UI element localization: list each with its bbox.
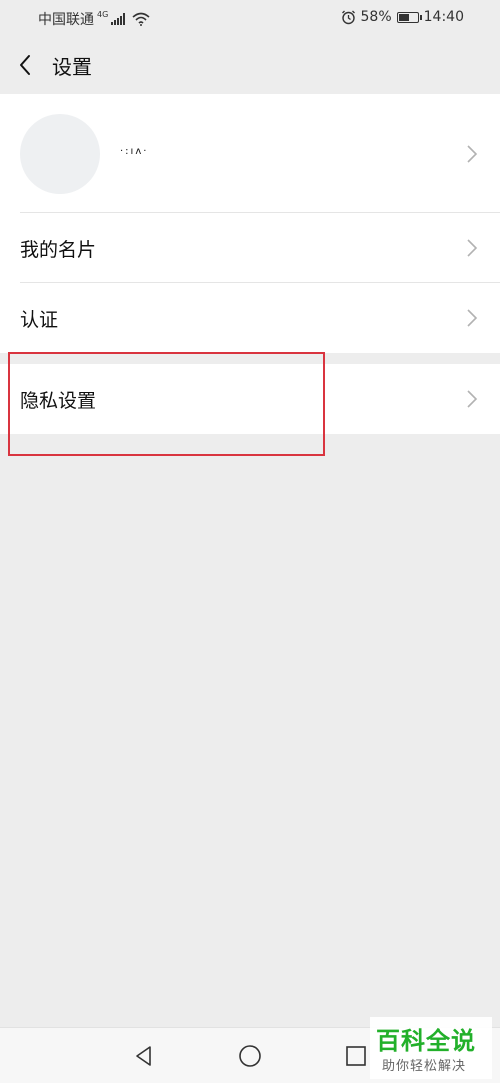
- watermark: 百科全说 助你轻松解决: [370, 1017, 492, 1079]
- watermark-subtitle: 助你轻松解决: [382, 1059, 467, 1074]
- verification-row[interactable]: 认证: [0, 283, 500, 353]
- privacy-settings-row[interactable]: 隐私设置: [0, 364, 500, 434]
- back-triangle-icon[interactable]: [131, 1043, 157, 1069]
- alarm-icon: [341, 10, 355, 24]
- carrier-name: 中国联通: [38, 12, 94, 28]
- verification-label: 认证: [20, 309, 59, 331]
- watermark-title: 百科全说: [376, 1027, 476, 1055]
- clock: 14:40: [423, 9, 464, 25]
- network-type: 4G: [97, 9, 109, 19]
- recents-square-icon[interactable]: [343, 1043, 369, 1069]
- profile-name: ·:ıʌ·: [120, 146, 149, 157]
- battery-percent: 58%: [360, 9, 392, 25]
- wifi-icon: [132, 12, 150, 26]
- back-arrow-icon[interactable]: [12, 50, 42, 80]
- battery-icon: [396, 11, 422, 23]
- settings-group-privacy: 隐私设置: [0, 364, 500, 434]
- my-card-row[interactable]: 我的名片: [0, 213, 500, 283]
- chevron-right-icon: [467, 309, 478, 327]
- chevron-right-icon: [467, 239, 478, 257]
- profile-row[interactable]: ·:ıʌ·: [0, 94, 500, 213]
- header: 设置: [0, 36, 500, 94]
- status-left: 中国联通 4G: [38, 9, 150, 29]
- status-right: 58% 14:40: [341, 9, 464, 25]
- status-bar: 中国联通 4G 58% 14:40: [0, 0, 500, 36]
- chevron-right-icon: [467, 390, 478, 408]
- privacy-settings-label: 隐私设置: [20, 390, 97, 412]
- battery-fill: [398, 13, 409, 21]
- signal-icon: [111, 13, 126, 25]
- settings-group-account: ·:ıʌ· 我的名片 认证: [0, 94, 500, 353]
- avatar: [20, 114, 100, 194]
- page-title: 设置: [52, 55, 92, 79]
- chevron-right-icon: [467, 145, 478, 163]
- home-circle-icon[interactable]: [237, 1043, 263, 1069]
- my-card-label: 我的名片: [20, 239, 97, 261]
